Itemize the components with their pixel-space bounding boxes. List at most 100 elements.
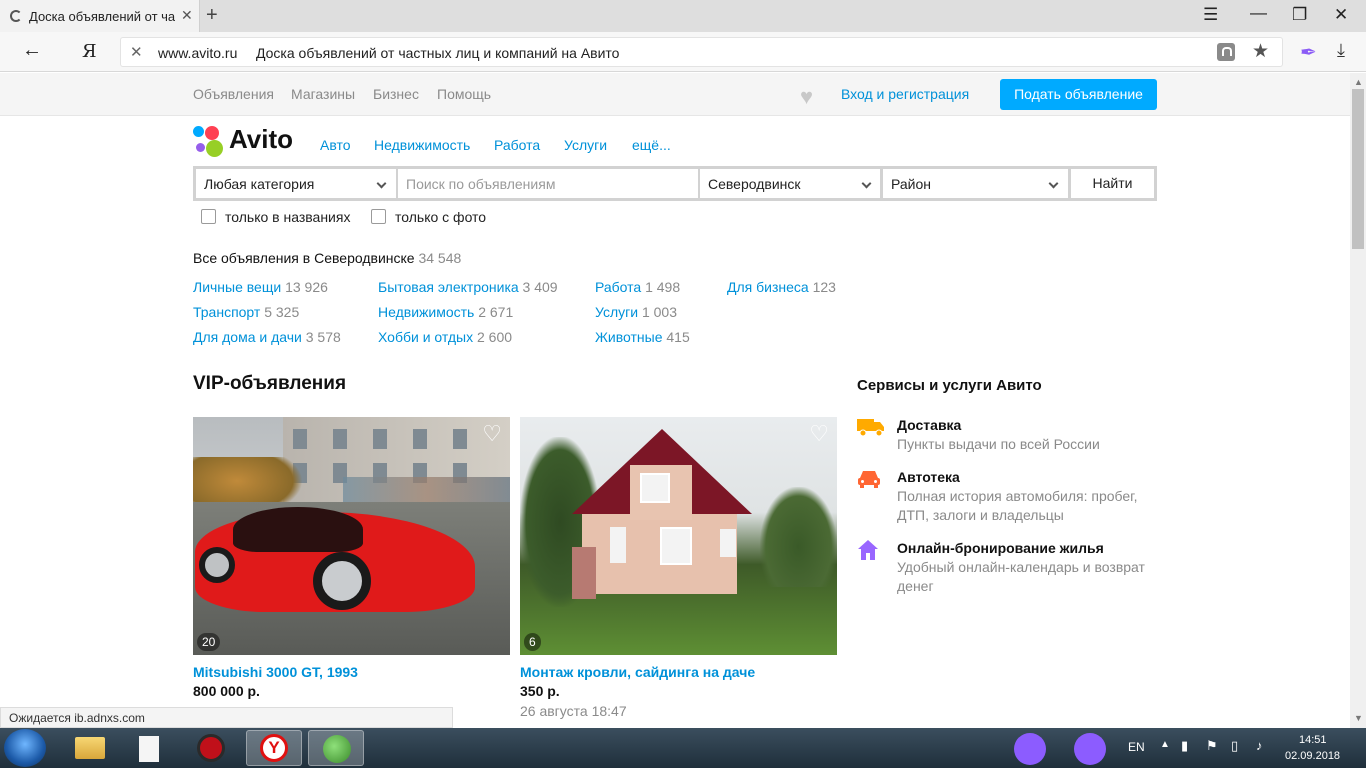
stop-loading-icon[interactable]: ✕ [130,43,143,61]
only-titles-checkbox[interactable] [201,209,216,224]
back-arrow-icon[interactable]: ← [22,39,42,62]
only-photo-checkbox[interactable] [371,209,386,224]
only-photo-label: только с фото [395,209,487,225]
catnav-auto[interactable]: Авто [320,137,351,153]
category-link[interactable]: Личные вещи 13 926 [193,279,328,295]
service-autoteka-link[interactable]: Автотека [897,469,960,485]
services-title: Сервисы и услуги Авито [857,377,1042,394]
service-booking-link[interactable]: Онлайн-бронирование жилья [897,540,1104,556]
clock-time[interactable]: 14:51 [1299,734,1327,746]
catnav-services[interactable]: Услуги [564,137,607,153]
search-bar: Любая категория Поиск по объявлениям Сев… [193,166,1157,201]
favorite-heart-icon[interactable]: ♡ [482,421,502,447]
browser-tab[interactable]: Доска объявлений от ча ✕ [0,0,200,32]
vip-card-price: 350 р. [520,683,560,699]
address-bar: ← Я ✕ www.avito.ru Доска объявлений от ч… [0,32,1366,72]
search-placeholder: Поиск по объявлениям [406,176,556,192]
all-ads-heading: Все объявления в Северодвинске 34 548 [193,250,461,266]
vip-section-title: VIP-объявления [193,373,347,394]
nav-link-business[interactable]: Бизнес [373,86,419,102]
service-autoteka-desc: Полная история автомобиля: пробег, ДТП, … [897,488,1138,523]
category-link[interactable]: Транспорт 5 325 [193,304,299,320]
network-icon[interactable]: ▮ [1181,738,1188,754]
globe-taskbar-icon[interactable] [308,730,364,766]
vip-card-price: 800 000 р. [193,683,260,699]
catnav-jobs[interactable]: Работа [494,137,540,153]
category-link[interactable]: Для дома и дачи 3 578 [193,329,341,345]
alice-assistant-icon[interactable] [1014,733,1046,765]
bookmark-star-icon[interactable]: ★ [1252,40,1269,63]
category-link[interactable]: Бытовая электроника 3 409 [378,279,558,295]
category-select[interactable]: Любая категория [196,169,396,198]
new-tab-icon[interactable]: + [206,4,218,27]
house-icon [858,540,878,560]
clock-date[interactable]: 02.09.2018 [1285,750,1340,762]
windows-taskbar: Y EN ▲ ▮ ⚑ ▯ ♪ 14:51 02.09.2018 [0,728,1366,768]
only-titles-label: только в названиях [225,209,351,225]
avito-logo-text[interactable]: Avito [229,124,293,155]
yandex-browser-taskbar-icon[interactable]: Y [246,730,302,766]
vip-card-image[interactable]: 20 ♡ [193,417,510,655]
volume-icon[interactable]: ♪ [1256,738,1263,753]
lock-icon[interactable] [1217,43,1235,61]
chevron-down-icon [861,178,872,189]
login-link[interactable]: Вход и регистрация [841,86,969,102]
page-scrollbar[interactable]: ▲ ▼ [1350,73,1366,728]
explorer-taskbar-icon[interactable] [62,730,118,766]
favorites-heart-icon[interactable]: ♥ [800,84,813,110]
tab-title: Доска объявлений от ча [29,9,175,24]
category-link[interactable]: Услуги 1 003 [595,304,677,320]
download-icon[interactable]: ⤓ [1337,40,1345,61]
vip-card-title[interactable]: Mitsubishi 3000 GT, 1993 [193,664,358,680]
search-input[interactable]: Поиск по объявлениям [398,169,698,198]
url-field[interactable]: ✕ www.avito.ru Доска объявлений от частн… [120,37,1283,67]
language-indicator[interactable]: EN [1128,740,1145,754]
service-delivery-link[interactable]: Доставка [897,417,961,433]
post-ad-button[interactable]: Подать объявление [1000,79,1157,110]
search-button[interactable]: Найти [1071,169,1154,198]
app-taskbar-icon[interactable] [184,730,240,766]
feather-icon[interactable]: ✒ [1300,40,1317,65]
nav-link-ads[interactable]: Объявления [193,86,274,102]
scrollbar-thumb[interactable] [1352,89,1364,249]
browser-tab-bar: Доска объявлений от ча ✕ + ☰ — ❐ ✕ [0,0,1366,32]
tab-close-icon[interactable]: ✕ [181,7,193,24]
chevron-down-icon [1048,178,1059,189]
flag-icon[interactable]: ⚑ [1206,738,1218,754]
restore-icon[interactable]: ❐ [1292,5,1307,25]
nav-link-shops[interactable]: Магазины [291,86,355,102]
url-page-title: Доска объявлений от частных лиц и компан… [256,45,620,61]
chevron-down-icon [376,178,387,189]
microphone-icon[interactable] [1074,733,1106,765]
city-select[interactable]: Северодвинск [700,169,880,198]
document-taskbar-icon[interactable] [122,730,178,766]
start-button[interactable] [4,729,46,767]
category-link[interactable]: Хобби и отдых 2 600 [378,329,512,345]
tray-expand-icon[interactable]: ▲ [1160,739,1170,750]
vip-card-date: 26 августа 18:47 [520,703,627,719]
car-icon [858,471,880,488]
delivery-truck-icon [857,419,884,437]
scroll-down-icon[interactable]: ▼ [1354,713,1363,723]
yandex-button[interactable]: Я [82,41,97,62]
close-window-icon[interactable]: ✕ [1334,5,1348,25]
service-booking-desc: Удобный онлайн-календарь и возврат денег [897,559,1145,594]
menu-icon[interactable]: ☰ [1203,5,1218,25]
scroll-up-icon[interactable]: ▲ [1354,77,1363,87]
vip-card-image[interactable]: 6 ♡ [520,417,837,655]
category-link[interactable]: Недвижимость 2 671 [378,304,513,320]
category-link[interactable]: Работа 1 498 [595,279,680,295]
district-select[interactable]: Район [883,169,1068,198]
vip-card-title[interactable]: Монтаж кровли, сайдинга на даче [520,664,755,680]
power-icon[interactable]: ▯ [1231,738,1238,754]
category-link[interactable]: Для бизнеса 123 [727,279,836,295]
favorite-heart-icon[interactable]: ♡ [809,421,829,447]
service-delivery-desc: Пункты выдачи по всей России [897,436,1100,452]
minimize-icon[interactable]: — [1250,3,1267,23]
url-domain: www.avito.ru [158,45,238,61]
catnav-more[interactable]: ещё... [632,137,671,153]
browser-status-bar: Ожидается ib.adnxs.com [0,707,453,728]
category-link[interactable]: Животные 415 [595,329,690,345]
catnav-realty[interactable]: Недвижимость [374,137,470,153]
nav-link-help[interactable]: Помощь [437,86,491,102]
